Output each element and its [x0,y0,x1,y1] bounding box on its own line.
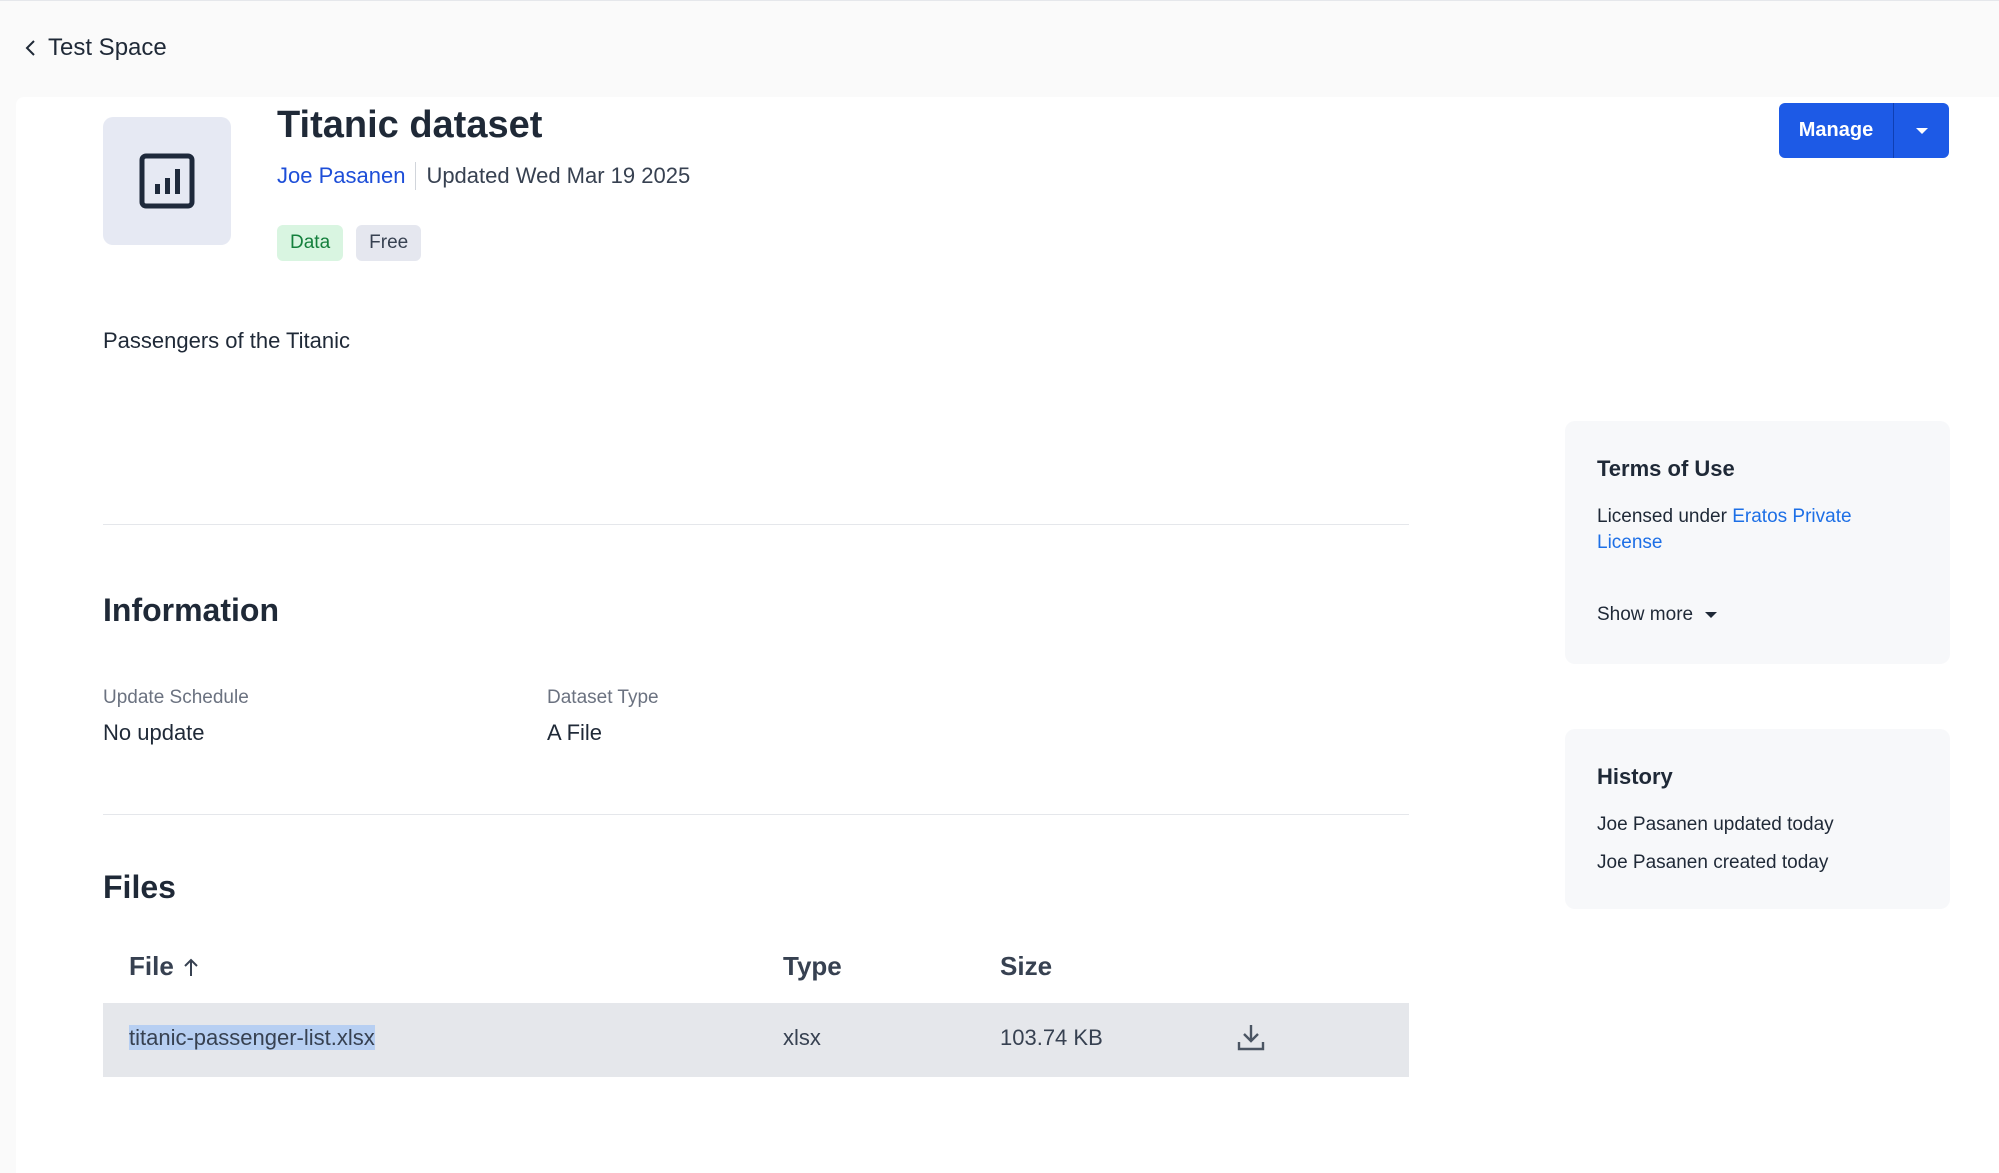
caret-down-icon [1915,127,1928,134]
dataset-meta: Joe Pasanen Updated Wed Mar 19 2025 [277,160,690,192]
manage-menu-button[interactable] [1894,103,1949,158]
tag-list: Data Free [277,225,422,261]
show-more-button[interactable]: Show more [1597,604,1718,626]
download-icon [1237,1025,1265,1051]
divider [103,524,1409,525]
history-entry: Joe Pasanen updated today [1597,814,1834,835]
author-link[interactable]: Joe Pasanen [277,163,405,189]
back-link[interactable]: Test Space [24,32,167,64]
tag-free: Free [356,225,422,261]
information-heading: Information [103,592,279,628]
dataset-title: Titanic dataset [277,104,543,146]
update-schedule-value: No update [103,720,205,745]
license-prefix: Licensed under [1597,506,1733,527]
history-entry: Joe Pasanen created today [1597,852,1829,873]
table-row[interactable]: titanic-passenger-list.xlsx xlsx 103.74 … [103,1003,1409,1077]
dataset-type-label: Dataset Type [547,687,659,708]
arrow-up-icon [184,958,198,976]
top-border [0,0,1999,1]
history-card: History Joe Pasanen updated today Joe Pa… [1565,729,1950,909]
manage-button[interactable]: Manage [1779,103,1893,158]
dataset-thumbnail [103,117,231,245]
meta-separator [415,162,417,190]
bar-chart-icon [139,153,195,209]
caret-down-icon [1705,612,1718,618]
tag-data: Data [277,225,344,261]
back-link-label: Test Space [48,34,167,61]
updated-date: Updated Wed Mar 19 2025 [426,163,691,188]
files-heading: Files [103,869,176,905]
dataset-description: Passengers of the Titanic [103,328,351,353]
chevron-left-icon [25,40,35,56]
dataset-type-value: A File [547,720,603,745]
table-header: File Type Size [103,933,1409,1003]
file-name-cell[interactable]: titanic-passenger-list.xlsx [129,1025,375,1051]
manage-button-group: Manage [1779,103,1949,158]
files-table: File Type Size titanic-passenger-list.xl… [103,933,1409,1077]
license-text: Licensed under Eratos Private License [1597,504,1917,556]
file-size-cell: 103.74 KB [1000,1025,1103,1050]
terms-of-use-card: Terms of Use Licensed under Eratos Priva… [1565,421,1950,664]
update-schedule-label: Update Schedule [103,687,249,708]
column-header-label: File [129,951,174,981]
column-header-size[interactable]: Size [1000,951,1052,982]
show-more-label: Show more [1597,604,1694,625]
column-header-file[interactable]: File [129,951,200,982]
divider [103,814,1409,815]
file-type-cell: xlsx [783,1025,821,1050]
history-heading: History [1597,764,1673,789]
file-name[interactable]: titanic-passenger-list.xlsx [129,1025,375,1050]
download-button[interactable] [1234,1020,1268,1054]
terms-heading: Terms of Use [1597,456,1735,481]
column-header-type[interactable]: Type [783,951,842,982]
